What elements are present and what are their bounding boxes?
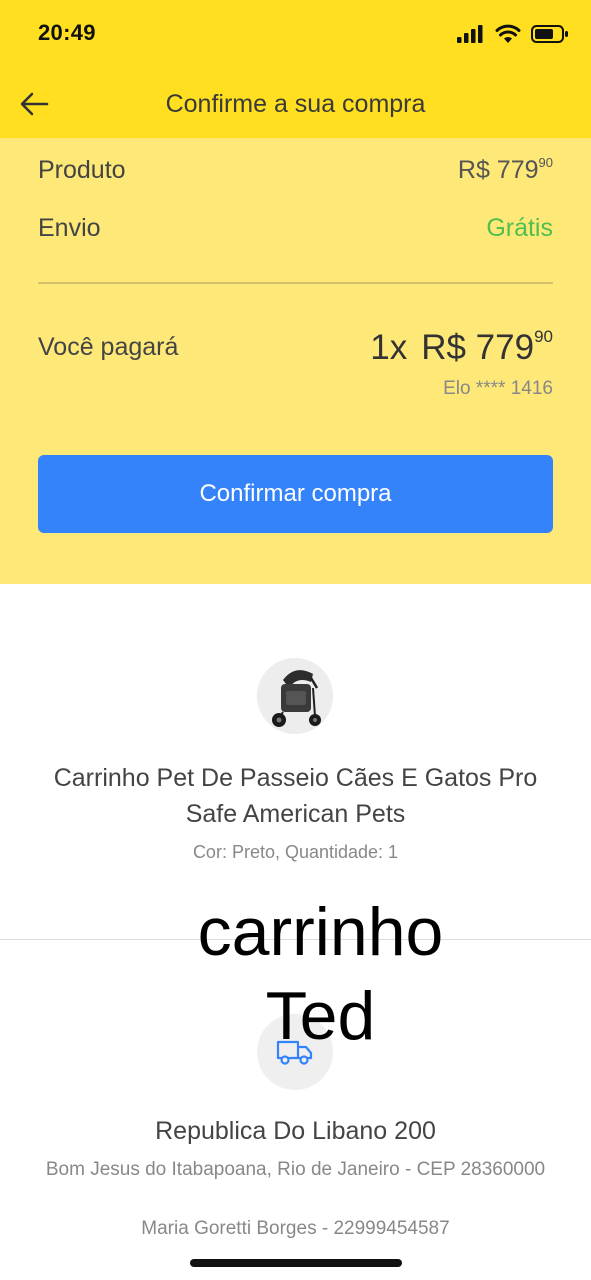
payment-card: Elo **** 1416 — [443, 378, 553, 399]
summary-divider — [38, 282, 553, 284]
product-price-cents: 90 — [538, 154, 553, 170]
app-header: Confirme a sua compra — [0, 70, 591, 138]
product-name: Carrinho Pet De Passeio Cães E Gatos Pro… — [53, 764, 538, 828]
installment-quantity: 1x — [370, 328, 408, 367]
cellular-signal-icon — [457, 25, 483, 43]
overlay-annotation-line1: carrinho — [197, 894, 444, 970]
product-price: R$ 77990 — [457, 154, 553, 184]
total-amount: 1x R$ 77990 — [370, 327, 553, 367]
total-amount-cents: 90 — [534, 327, 553, 347]
address-street: Republica Do Libano 200 — [155, 1117, 436, 1145]
shipping-label: Envio — [38, 214, 101, 242]
overlay-annotation-line2: Ted — [265, 978, 376, 1054]
page-title: Confirme a sua compra — [165, 90, 426, 118]
status-time: 20:49 — [38, 20, 96, 45]
purchase-summary: Produto R$ 77990 Envio Grátis Você pagar… — [0, 138, 591, 584]
product-details: Cor: Preto, Quantidade: 1 — [192, 842, 399, 862]
shipping-row: Envio Grátis — [38, 214, 553, 243]
product-image — [257, 658, 333, 734]
wifi-icon — [495, 24, 521, 43]
total-label: Você pagará — [38, 333, 179, 361]
pet-stroller-image — [257, 658, 333, 734]
battery-icon — [531, 25, 568, 43]
shipping-value: Grátis — [486, 214, 553, 242]
address-contact: Maria Goretti Borges - 22999454587 — [141, 1218, 450, 1239]
home-indicator[interactable] — [190, 1259, 402, 1267]
status-icons — [457, 24, 569, 44]
address-city: Bom Jesus do Itabapoana, Rio de Janeiro … — [45, 1159, 546, 1180]
product-price-row: Produto R$ 77990 — [38, 156, 553, 185]
confirm-purchase-button[interactable]: Confirmar compra — [38, 455, 553, 533]
product-label: Produto — [38, 156, 126, 184]
status-bar: 20:49 — [0, 0, 591, 70]
